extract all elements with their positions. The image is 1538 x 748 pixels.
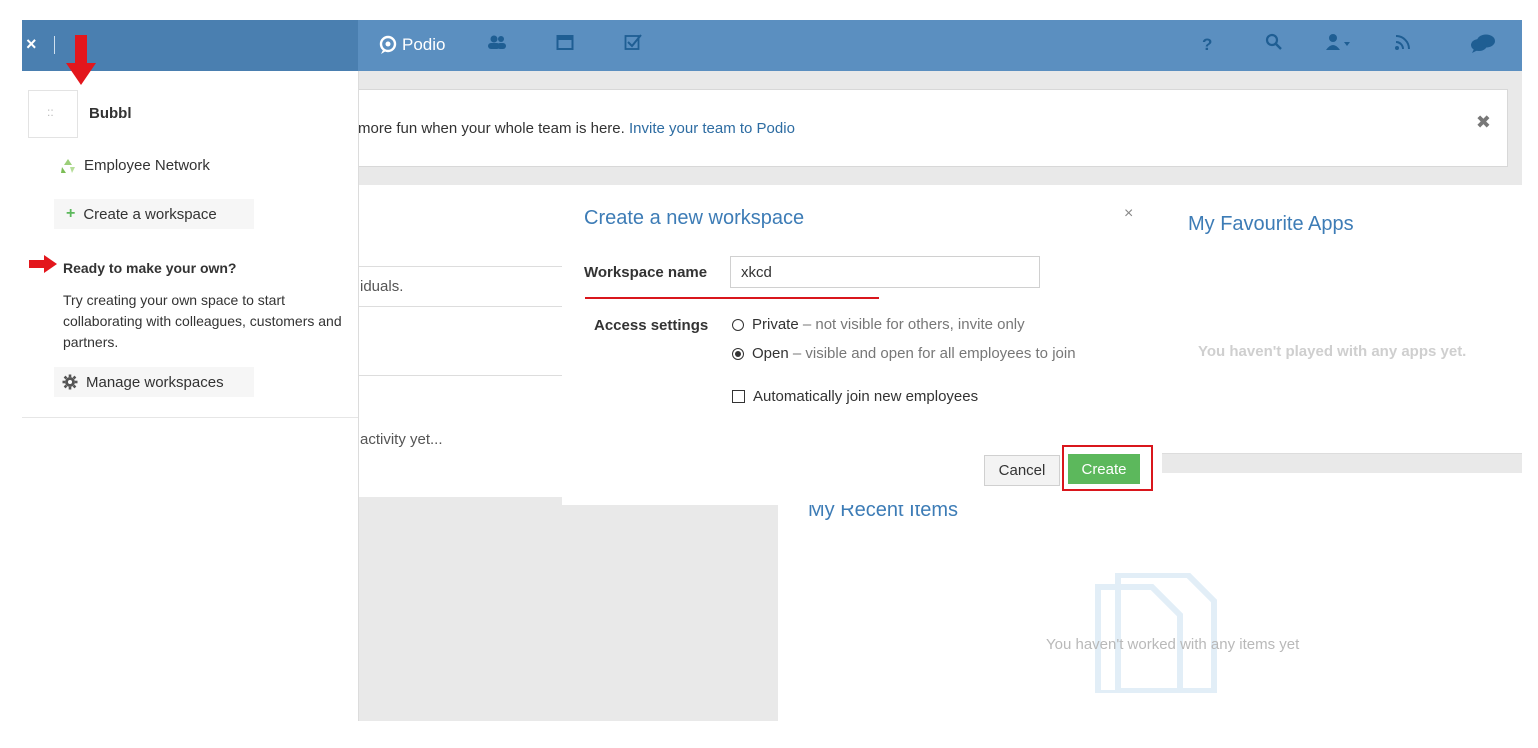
workspace-sidebar: :: Bubbl Employee Network + Create a wor…: [22, 71, 359, 721]
favourite-apps-empty: You haven't played with any apps yet.: [1198, 343, 1467, 360]
auto-join-checkbox[interactable]: [732, 390, 745, 403]
annotation-arrow-right-icon: [29, 255, 57, 273]
annotation-arrow-down-icon: [66, 35, 96, 85]
podio-logo-icon: [379, 35, 397, 54]
manage-workspaces-button[interactable]: Manage workspaces: [54, 367, 254, 397]
calendar-icon[interactable]: [556, 33, 574, 59]
workspace-name-input[interactable]: [730, 256, 1040, 288]
podio-logo[interactable]: Podio: [378, 32, 445, 58]
create-workspace-label: Create a workspace: [83, 205, 217, 223]
auto-join-option[interactable]: Automatically join new employees: [732, 388, 978, 405]
open-radio[interactable]: [732, 347, 744, 360]
workspace-name-label: Workspace name: [584, 264, 708, 281]
ready-text: Try creating your own space to start col…: [63, 292, 342, 350]
logo-text: Podio: [402, 35, 446, 54]
chat-icon[interactable]: [1470, 33, 1496, 61]
help-icon[interactable]: ?: [1202, 33, 1212, 57]
open-label: Open: [752, 345, 789, 362]
recycle-icon: [61, 158, 75, 173]
dialog-close-icon[interactable]: ×: [1124, 205, 1133, 223]
plus-icon: +: [66, 205, 76, 222]
contacts-icon[interactable]: [487, 33, 507, 59]
private-description: – not visible for others, invite only: [802, 316, 1025, 333]
favourite-apps-card: My Favourite Apps You haven't played wit…: [1162, 185, 1522, 454]
invite-message: more fun when your whole team is here.: [358, 120, 625, 137]
recent-items-empty: You haven't worked with any items yet: [1046, 636, 1300, 653]
app-frame: × Podio ? more fun when your whole team …: [22, 20, 1522, 721]
ready-title: Ready to make your own?: [63, 260, 237, 276]
annotation-underline: [585, 297, 879, 299]
card-text: iduals.: [360, 278, 404, 295]
employee-network-label: Employee Network: [84, 157, 210, 174]
gear-icon: [62, 374, 78, 390]
invite-banner: more fun when your whole team is here. I…: [358, 89, 1508, 167]
create-button[interactable]: Create: [1068, 454, 1140, 484]
top-bar-separator: [54, 36, 55, 54]
private-label: Private: [752, 316, 799, 333]
dialog-title: Create a new workspace: [584, 207, 805, 229]
top-bar: × Podio ?: [22, 20, 1522, 71]
auto-join-label: Automatically join new employees: [753, 388, 979, 405]
close-sidebar-icon[interactable]: ×: [26, 34, 37, 54]
create-workspace-dialog: Create a new workspace × Workspace name …: [562, 185, 1162, 505]
manage-workspaces-label: Manage workspaces: [86, 373, 224, 391]
sidebar-item-employee-network[interactable]: Employee Network: [60, 157, 210, 174]
feed-icon[interactable]: [1394, 33, 1412, 59]
invite-close-icon[interactable]: ✖: [1476, 112, 1491, 133]
workspace-thumbnail[interactable]: ::: [28, 90, 78, 138]
open-description: – visible and open for all employees to …: [792, 345, 1076, 362]
search-icon[interactable]: [1265, 33, 1283, 59]
sidebar-divider: [22, 417, 358, 418]
access-settings-label: Access settings: [594, 317, 709, 334]
favourite-apps-title: My Favourite Apps: [1188, 213, 1354, 235]
annotation-highlight-box: Create: [1062, 445, 1153, 491]
access-open-option[interactable]: Open – visible and open for all employee…: [732, 345, 1076, 362]
workspace-name[interactable]: Bubbl: [89, 105, 132, 122]
access-private-option[interactable]: Private – not visible for others, invite…: [732, 316, 1025, 333]
recent-items-card: My Recent Items You haven't worked with …: [778, 473, 1522, 721]
activity-empty-text: activity yet...: [360, 431, 443, 448]
drag-handle-icon: ::: [47, 105, 54, 119]
invite-team-link[interactable]: Invite your team to Podio: [629, 120, 795, 137]
tasks-icon[interactable]: [624, 33, 642, 59]
private-radio[interactable]: [732, 318, 744, 331]
invite-text: more fun when your whole team is here. I…: [358, 120, 795, 137]
create-workspace-button[interactable]: + Create a workspace: [54, 199, 254, 229]
user-icon[interactable]: [1325, 33, 1351, 59]
cancel-button[interactable]: Cancel: [984, 455, 1060, 486]
